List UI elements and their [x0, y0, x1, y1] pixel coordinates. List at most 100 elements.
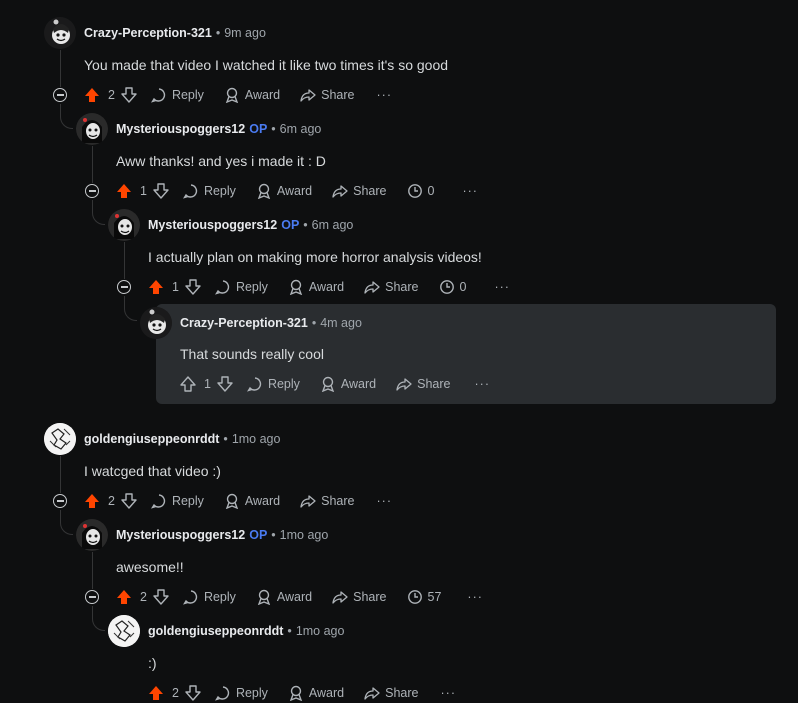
award-button[interactable]: Award — [256, 589, 312, 605]
reply-button[interactable]: Reply — [182, 183, 236, 199]
reply-icon — [246, 377, 262, 392]
upvote-icon — [180, 376, 196, 392]
collapse-button[interactable] — [53, 88, 67, 102]
upvote-button[interactable] — [148, 685, 164, 701]
award-icon — [257, 589, 271, 605]
thread-curve — [92, 200, 105, 225]
comment-actions: 1 Reply Award Share ··· — [180, 374, 490, 394]
reply-button[interactable]: Reply — [246, 376, 300, 392]
timestamp[interactable]: 6m ago — [280, 122, 322, 136]
username[interactable]: Mysteriouspoggers12 — [116, 122, 245, 136]
award-button[interactable]: Award — [256, 183, 312, 199]
reply-label: Reply — [235, 280, 268, 294]
upvote-button[interactable] — [116, 183, 132, 199]
comment-header: Crazy-Perception-321 • 4m ago — [180, 316, 362, 330]
op-badge: OP — [249, 122, 268, 136]
username[interactable]: goldengiuseppeonrddt — [84, 432, 219, 446]
downvote-button[interactable] — [185, 685, 201, 701]
more-options-button[interactable]: ··· — [377, 494, 393, 508]
more-options-button[interactable]: ··· — [462, 184, 478, 198]
avatar[interactable] — [76, 113, 108, 145]
share-button[interactable]: Share — [332, 589, 387, 605]
collapse-button[interactable] — [85, 590, 99, 604]
downvote-button[interactable] — [153, 589, 169, 605]
avatar[interactable] — [44, 423, 76, 455]
downvote-button[interactable] — [217, 376, 233, 392]
comment-header: Mysteriouspoggers12 OP • 1mo ago — [116, 528, 328, 542]
award-button[interactable]: Award — [224, 87, 280, 103]
share-button[interactable]: Share — [332, 183, 387, 199]
award-label: Award — [308, 686, 345, 700]
upvote-button[interactable] — [84, 493, 100, 509]
comment-header: Mysteriouspoggers12 OP • 6m ago — [148, 218, 353, 232]
username[interactable]: goldengiuseppeonrddt — [148, 624, 283, 638]
comment-body: :) — [148, 655, 157, 671]
avatar[interactable] — [76, 519, 108, 551]
reply-icon — [182, 590, 198, 605]
share-button[interactable]: Share — [364, 279, 419, 295]
award-label: Award — [244, 88, 281, 102]
insights-button[interactable]: 0 — [407, 183, 434, 199]
thread-line — [92, 552, 93, 589]
upvote-button[interactable] — [180, 376, 196, 392]
collapse-button[interactable] — [117, 280, 131, 294]
avatar[interactable] — [140, 307, 172, 339]
collapse-button[interactable] — [85, 184, 99, 198]
award-label: Award — [276, 590, 313, 604]
timestamp[interactable]: 1mo ago — [280, 528, 329, 542]
upvote-button[interactable] — [148, 279, 164, 295]
upvote-button[interactable] — [84, 87, 100, 103]
vote-count: 2 — [140, 590, 147, 604]
share-button[interactable]: Share — [300, 493, 355, 509]
reply-button[interactable]: Reply — [182, 589, 236, 605]
reply-icon — [150, 494, 166, 509]
more-options-button[interactable]: ··· — [441, 686, 457, 700]
reply-button[interactable]: Reply — [214, 685, 268, 701]
award-label: Award — [276, 184, 313, 198]
comment-body: That sounds really cool — [180, 346, 324, 362]
reply-button[interactable]: Reply — [214, 279, 268, 295]
username[interactable]: Crazy-Perception-321 — [84, 26, 212, 40]
reply-button[interactable]: Reply — [150, 87, 204, 103]
insights-button[interactable]: 0 — [439, 279, 466, 295]
downvote-button[interactable] — [185, 279, 201, 295]
more-options-button[interactable]: ··· — [377, 88, 393, 102]
more-options-button[interactable]: ··· — [475, 377, 491, 391]
collapse-button[interactable] — [53, 494, 67, 508]
more-options-button[interactable]: ··· — [467, 590, 483, 604]
avatar[interactable] — [44, 17, 76, 49]
award-button[interactable]: Award — [320, 376, 376, 392]
more-options-button[interactable]: ··· — [494, 280, 510, 294]
award-button[interactable]: Award — [288, 685, 344, 701]
timestamp[interactable]: 6m ago — [312, 218, 354, 232]
downvote-button[interactable] — [153, 183, 169, 199]
insights-button[interactable]: 57 — [407, 589, 441, 605]
comments-thread: Crazy-Perception-321 • 9m ago You made t… — [0, 0, 798, 701]
award-button[interactable]: Award — [288, 279, 344, 295]
downvote-button[interactable] — [121, 87, 137, 103]
timestamp[interactable]: 4m ago — [320, 316, 362, 330]
reply-button[interactable]: Reply — [150, 493, 204, 509]
share-button[interactable]: Share — [396, 376, 451, 392]
downvote-icon — [185, 279, 201, 295]
award-button[interactable]: Award — [224, 493, 280, 509]
timestamp[interactable]: 1mo ago — [296, 624, 345, 638]
avatar[interactable] — [108, 615, 140, 647]
username[interactable]: Mysteriouspoggers12 — [148, 218, 277, 232]
avatar[interactable] — [108, 209, 140, 241]
reply-label: Reply — [267, 377, 300, 391]
comment-header: goldengiuseppeonrddt • 1mo ago — [148, 624, 344, 638]
award-icon — [321, 376, 335, 392]
timestamp[interactable]: 1mo ago — [232, 432, 281, 446]
upvote-icon — [149, 280, 163, 294]
thread-curve — [124, 296, 137, 321]
comment-actions: 1 Reply Award Share 0 ··· — [148, 277, 510, 297]
downvote-button[interactable] — [121, 493, 137, 509]
username[interactable]: Crazy-Perception-321 — [180, 316, 308, 330]
timestamp[interactable]: 9m ago — [224, 26, 266, 40]
username[interactable]: Mysteriouspoggers12 — [116, 528, 245, 542]
share-button[interactable]: Share — [300, 87, 355, 103]
share-button[interactable]: Share — [364, 685, 419, 701]
upvote-button[interactable] — [116, 589, 132, 605]
award-label: Award — [308, 280, 345, 294]
